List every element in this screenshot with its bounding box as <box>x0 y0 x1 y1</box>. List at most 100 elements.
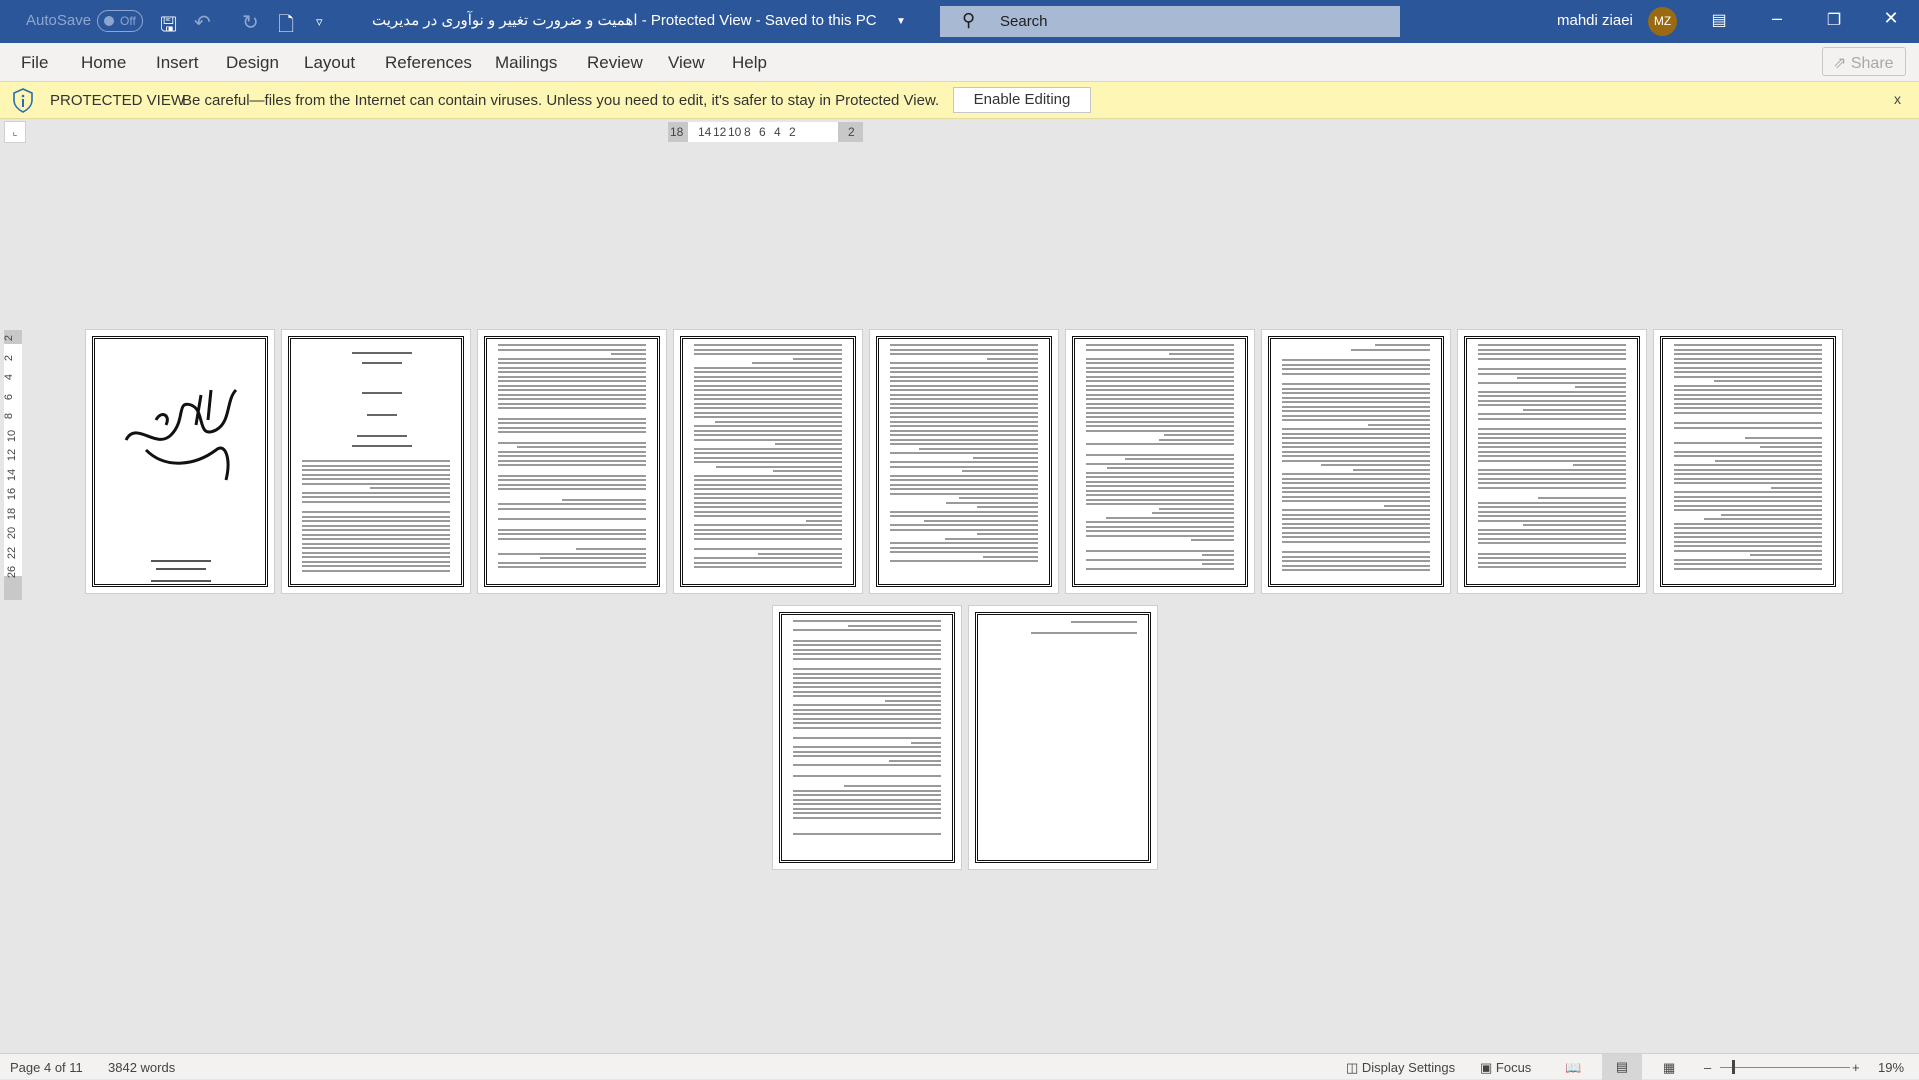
enable-editing-button[interactable]: Enable Editing <box>953 87 1091 113</box>
tab-references[interactable]: References <box>385 53 472 73</box>
tab-selector[interactable]: ⌞ <box>4 121 26 143</box>
text-line <box>694 452 842 454</box>
tab-insert[interactable]: Insert <box>156 53 199 73</box>
zoom-out-button[interactable]: – <box>1704 1060 1711 1075</box>
text-line <box>1674 366 1822 369</box>
text-line <box>1070 621 1137 623</box>
text-line <box>1674 371 1822 373</box>
zoom-slider-thumb[interactable] <box>1731 1060 1735 1074</box>
text-line <box>1674 491 1822 493</box>
ribbon-display-icon[interactable]: ▤ <box>1699 10 1739 30</box>
document-page[interactable] <box>772 605 962 870</box>
read-mode-icon[interactable]: 📖 <box>1565 1060 1581 1076</box>
document-page[interactable] <box>477 329 667 594</box>
redo-icon[interactable]: ↻ <box>242 10 259 35</box>
text-line <box>983 555 1038 558</box>
text-line <box>694 389 842 391</box>
tab-help[interactable]: Help <box>732 53 767 73</box>
save-icon[interactable]: 🖫 <box>160 10 177 44</box>
zoom-slider[interactable] <box>1720 1067 1850 1068</box>
text-line <box>793 816 941 819</box>
share-label: Share <box>1850 55 1894 72</box>
document-page[interactable] <box>85 329 275 594</box>
ruler-tick: 2 <box>789 125 796 139</box>
document-page[interactable] <box>869 329 1059 594</box>
focus-button[interactable]: ▣ Focus <box>1480 1060 1531 1076</box>
text-line <box>1674 504 1822 507</box>
tab-layout[interactable]: Layout <box>304 53 355 73</box>
text-line <box>694 537 842 540</box>
close-bar-icon[interactable]: x <box>1894 91 1901 107</box>
undo-icon[interactable]: ↶ <box>194 10 211 35</box>
text-line <box>1674 441 1822 444</box>
user-name[interactable]: mahdi ziaei <box>1557 12 1633 29</box>
text-line <box>151 580 211 582</box>
document-page[interactable] <box>673 329 863 594</box>
text-line <box>793 657 941 660</box>
document-page[interactable] <box>1457 329 1647 594</box>
title-dropdown-icon[interactable]: ▼ <box>896 16 906 27</box>
text-line <box>793 746 941 748</box>
share-button[interactable]: ⇗ Share <box>1822 47 1906 76</box>
word-count[interactable]: 3842 words <box>108 1060 175 1075</box>
text-line <box>890 443 1038 445</box>
zoom-in-button[interactable]: + <box>1852 1060 1860 1075</box>
search-box[interactable]: ⚲ Search <box>940 6 1400 37</box>
avatar[interactable]: MZ <box>1648 7 1677 36</box>
text-line <box>1674 531 1822 534</box>
new-document-icon[interactable]: 🗋 <box>278 10 294 44</box>
text-line <box>1750 554 1822 556</box>
text-line <box>498 371 646 373</box>
text-line <box>302 469 450 471</box>
minimize-icon[interactable]: – <box>1757 8 1797 29</box>
text-line <box>694 407 842 409</box>
text-line <box>890 542 1038 544</box>
text-line <box>890 380 1038 382</box>
text-line <box>1720 513 1822 516</box>
restore-icon[interactable]: ❐ <box>1814 10 1854 30</box>
text-line <box>694 384 842 387</box>
text-line <box>1478 519 1626 522</box>
text-line <box>498 507 646 510</box>
document-page[interactable] <box>281 329 471 594</box>
text-line <box>1282 560 1430 562</box>
text-line <box>498 384 646 387</box>
display-settings-button[interactable]: ◫ Display Settings <box>1346 1060 1455 1076</box>
close-icon[interactable]: ✕ <box>1871 8 1911 29</box>
text-line <box>498 533 646 535</box>
tab-file[interactable]: File <box>21 53 48 73</box>
text-line <box>1282 441 1430 444</box>
vertical-ruler[interactable]: 2 2 4 6 8 10 12 14 16 18 20 22 26 <box>3 330 22 600</box>
document-page[interactable] <box>1261 329 1451 594</box>
text-line <box>1674 348 1822 351</box>
text-line <box>357 435 407 437</box>
text-line <box>498 389 646 391</box>
text-line <box>694 375 842 378</box>
document-title[interactable]: اهمیت و ضرورت تغییر و نوآوری در مدیریت -… <box>372 11 877 29</box>
print-layout-icon[interactable]: ▤ <box>1602 1054 1642 1080</box>
autosave-toggle[interactable]: Off <box>97 10 143 32</box>
text-line <box>793 677 941 679</box>
text-line <box>1674 567 1822 570</box>
zoom-level[interactable]: 19% <box>1878 1060 1904 1075</box>
tab-design[interactable]: Design <box>226 53 279 73</box>
horizontal-ruler[interactable]: 18 14 12 10 8 6 4 2 2 <box>668 122 863 142</box>
text-line <box>890 551 1038 553</box>
document-page[interactable] <box>968 605 1158 870</box>
text-line <box>890 416 1038 418</box>
text-line <box>890 384 1038 387</box>
text-line <box>890 474 1038 477</box>
text-line <box>352 445 412 447</box>
document-page[interactable] <box>1065 329 1255 594</box>
tab-review[interactable]: Review <box>587 53 643 73</box>
tab-mailings[interactable]: Mailings <box>495 53 557 73</box>
customize-toolbar-icon[interactable]: ▿ <box>316 14 323 30</box>
tab-view[interactable]: View <box>668 53 705 73</box>
document-page[interactable] <box>1653 329 1843 594</box>
web-layout-icon[interactable]: ▦ <box>1663 1060 1675 1076</box>
text-line <box>1282 459 1430 462</box>
text-line <box>1478 455 1626 457</box>
text-line <box>694 497 842 499</box>
page-indicator[interactable]: Page 4 of 11 <box>10 1060 83 1075</box>
tab-home[interactable]: Home <box>81 53 126 73</box>
